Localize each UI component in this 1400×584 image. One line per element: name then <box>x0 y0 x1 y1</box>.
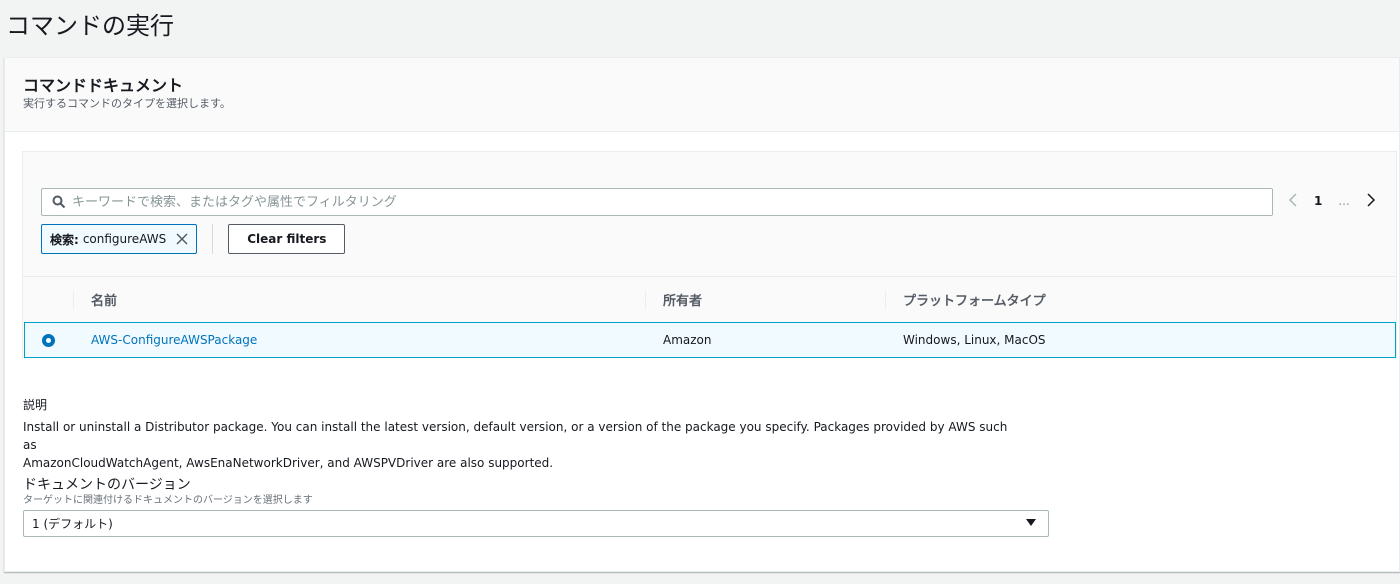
version-hint: ターゲットに関連付けるドキュメントのバージョンを選択します <box>23 495 313 506</box>
version-select[interactable]: 1 (デフォルト) <box>23 510 1049 537</box>
pagination: 1 ... <box>1288 189 1376 213</box>
table-row[interactable]: AWS-ConfigureAWSPackage Amazon Windows, … <box>24 322 1396 358</box>
container-header: コマンドドキュメント 実行するコマンドのタイプを選択します。 <box>5 58 1399 132</box>
next-page-icon[interactable] <box>1366 192 1376 211</box>
row-radio-selected[interactable] <box>42 334 55 347</box>
clear-filters-button[interactable]: Clear filters <box>228 224 346 254</box>
document-table-panel: 1 ... 検索: configureAWS Clear filters 名前 … <box>22 151 1397 358</box>
remove-filter-icon[interactable] <box>176 230 188 249</box>
version-select-value: 1 (デフォルト) <box>32 517 113 531</box>
filter-token-value: configureAWS <box>82 232 167 246</box>
column-separator <box>645 291 646 309</box>
prev-page-icon[interactable] <box>1288 192 1298 211</box>
document-name-link[interactable]: AWS-ConfigureAWSPackage <box>91 323 257 357</box>
document-platform: Windows, Linux, MacOS <box>903 333 1046 347</box>
command-document-container: コマンドドキュメント 実行するコマンドのタイプを選択します。 1 ... 検索:… <box>4 57 1400 572</box>
filter-token: 検索: configureAWS <box>41 224 198 254</box>
page-ellipsis: ... <box>1338 194 1350 208</box>
search-icon <box>52 195 66 209</box>
description-label: 説明 <box>23 398 48 412</box>
document-description: Install or uninstall a Distributor packa… <box>23 418 1023 472</box>
search-input[interactable] <box>72 194 1272 210</box>
caret-down-icon <box>1026 518 1036 529</box>
search-box[interactable] <box>41 188 1273 216</box>
page-number[interactable]: 1 <box>1314 194 1322 208</box>
description-line-2: AmazonCloudWatchAgent, AwsEnaNetworkDriv… <box>23 456 554 470</box>
column-header-platform[interactable]: プラットフォームタイプ <box>903 277 1046 322</box>
table-header: 名前 所有者 プラットフォームタイプ <box>23 276 1396 322</box>
description-line-1: Install or uninstall a Distributor packa… <box>23 420 1008 452</box>
filter-token-key: 検索: <box>50 232 79 247</box>
filter-row: 検索: configureAWS Clear filters <box>41 224 346 254</box>
document-owner: Amazon <box>663 333 712 347</box>
section-title: コマンドドキュメント <box>23 76 184 95</box>
column-separator <box>73 291 74 309</box>
column-header-owner[interactable]: 所有者 <box>663 277 702 322</box>
column-separator <box>885 291 886 309</box>
filter-divider <box>212 224 214 254</box>
page-title: コマンドの実行 <box>6 12 174 40</box>
section-description: 実行するコマンドのタイプを選択します。 <box>23 97 231 110</box>
column-header-name[interactable]: 名前 <box>91 277 117 322</box>
